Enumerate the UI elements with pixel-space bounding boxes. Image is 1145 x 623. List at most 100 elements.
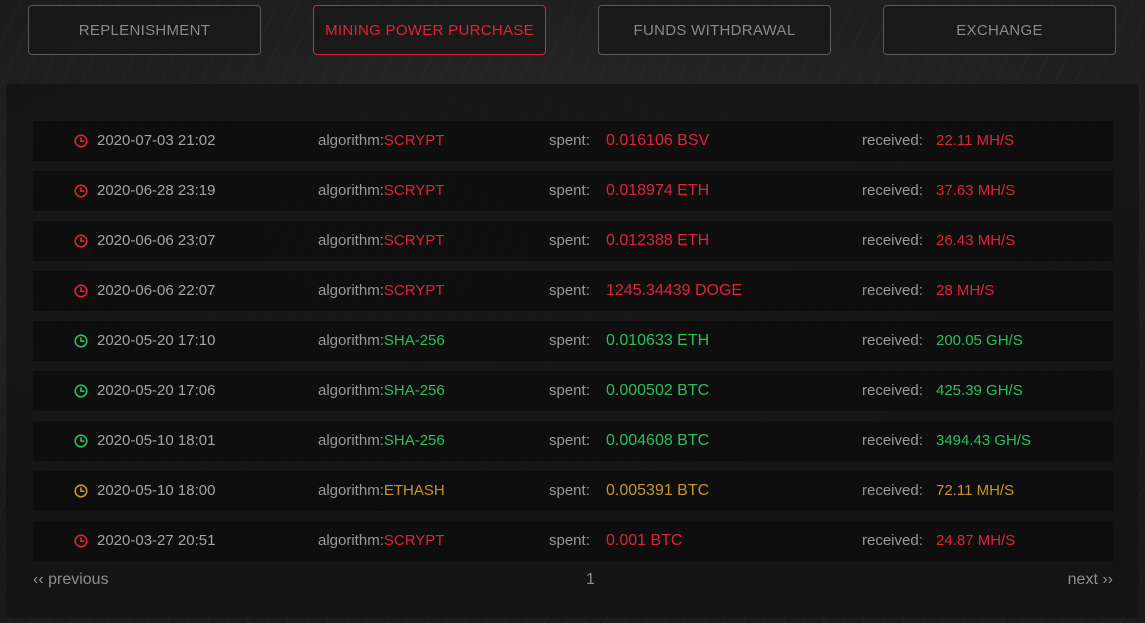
- received-value: 22.11 MH/S: [936, 132, 1015, 149]
- row-datetime: 2020-06-06 23:07: [97, 232, 216, 249]
- algorithm-label: algorithm:: [318, 482, 384, 499]
- algorithm-value: SCRYPT: [383, 232, 445, 249]
- row-algorithm: algorithm:SHA-256: [318, 371, 445, 411]
- tab-bar: REPLENISHMENT MINING POWER PURCHASE FUND…: [28, 5, 1118, 57]
- row-datetime: 2020-03-27 20:51: [97, 532, 216, 549]
- table-row: 2020-07-03 21:02 algorithm:SCRYPT spent:…: [33, 121, 1113, 161]
- algorithm-label: algorithm:: [318, 532, 384, 549]
- received-label: received:: [862, 382, 923, 399]
- current-page-number[interactable]: 1: [586, 571, 595, 589]
- table-row: 2020-05-20 17:10 algorithm:SHA-256 spent…: [33, 321, 1113, 361]
- history-panel: 2020-07-03 21:02 algorithm:SCRYPT spent:…: [6, 84, 1139, 617]
- spent-value: 1245.34439 DOGE: [606, 282, 743, 299]
- clock-icon: [74, 334, 88, 348]
- algorithm-value: SCRYPT: [383, 532, 445, 549]
- spent-value: 0.012388 ETH: [606, 232, 710, 249]
- tab-replenishment[interactable]: REPLENISHMENT: [28, 5, 261, 55]
- received-label: received:: [862, 232, 923, 249]
- row-algorithm: algorithm:ETHASH: [318, 471, 445, 511]
- received-value: 72.11 MH/S: [936, 482, 1015, 499]
- table-row: 2020-06-28 23:19 algorithm:SCRYPT spent:…: [33, 171, 1113, 211]
- algorithm-label: algorithm:: [318, 232, 384, 249]
- algorithm-value: SHA-256: [383, 332, 445, 349]
- received-value: 200.05 GH/S: [936, 332, 1023, 349]
- table-row: 2020-06-06 22:07 algorithm:SCRYPT spent:…: [33, 271, 1113, 311]
- clock-icon: [74, 234, 88, 248]
- clock-icon: [74, 284, 88, 298]
- table-row: 2020-06-06 23:07 algorithm:SCRYPT spent:…: [33, 221, 1113, 261]
- spent-value: 0.010633 ETH: [606, 332, 710, 349]
- pagination: ‹‹ previous 1 next ››: [33, 571, 1113, 591]
- table-row: 2020-03-27 20:51 algorithm:SCRYPT spent:…: [33, 521, 1113, 561]
- algorithm-label: algorithm:: [318, 282, 384, 299]
- algorithm-label: algorithm:: [318, 382, 384, 399]
- table-row: 2020-05-20 17:06 algorithm:SHA-256 spent…: [33, 371, 1113, 411]
- algorithm-value: SHA-256: [383, 432, 445, 449]
- row-algorithm: algorithm:SCRYPT: [318, 271, 444, 311]
- row-algorithm: algorithm:SHA-256: [318, 421, 445, 461]
- spent-value: 0.001 BTC: [606, 532, 683, 549]
- row-algorithm: algorithm:SCRYPT: [318, 221, 444, 261]
- algorithm-label: algorithm:: [318, 332, 384, 349]
- row-datetime: 2020-06-28 23:19: [97, 182, 216, 199]
- spent-label: spent:: [549, 132, 590, 149]
- clock-icon: [74, 184, 88, 198]
- row-algorithm: algorithm:SHA-256: [318, 321, 445, 361]
- spent-label: spent:: [549, 382, 590, 399]
- table-row: 2020-05-10 18:01 algorithm:SHA-256 spent…: [33, 421, 1113, 461]
- algorithm-label: algorithm:: [318, 432, 384, 449]
- received-label: received:: [862, 182, 923, 199]
- spent-label: spent:: [549, 282, 590, 299]
- received-label: received:: [862, 282, 923, 299]
- algorithm-label: algorithm:: [318, 132, 384, 149]
- spent-label: spent:: [549, 232, 590, 249]
- clock-icon: [74, 384, 88, 398]
- spent-value: 0.005391 BTC: [606, 482, 710, 499]
- tab-exchange[interactable]: EXCHANGE: [883, 5, 1116, 55]
- received-value: 37.63 MH/S: [936, 182, 1016, 199]
- spent-label: spent:: [549, 532, 590, 549]
- clock-icon: [74, 534, 88, 548]
- algorithm-value: SCRYPT: [383, 282, 445, 299]
- received-value: 26.43 MH/S: [936, 232, 1016, 249]
- received-label: received:: [862, 532, 923, 549]
- spent-label: spent:: [549, 182, 590, 199]
- received-value: 425.39 GH/S: [936, 382, 1023, 399]
- row-datetime: 2020-05-20 17:10: [97, 332, 216, 349]
- clock-icon: [74, 434, 88, 448]
- algorithm-value: ETHASH: [383, 482, 445, 499]
- spent-value: 0.000502 BTC: [606, 382, 710, 399]
- row-algorithm: algorithm:SCRYPT: [318, 521, 444, 561]
- row-algorithm: algorithm:SCRYPT: [318, 121, 444, 161]
- table-row: 2020-05-10 18:00 algorithm:ETHASH spent:…: [33, 471, 1113, 511]
- algorithm-value: SHA-256: [383, 382, 445, 399]
- received-label: received:: [862, 482, 923, 499]
- row-datetime: 2020-06-06 22:07: [97, 282, 216, 299]
- spent-value: 0.016106 BSV: [606, 132, 710, 149]
- received-value: 24.87 MH/S: [936, 532, 1016, 549]
- received-label: received:: [862, 132, 923, 149]
- algorithm-value: SCRYPT: [383, 132, 445, 149]
- spent-label: spent:: [549, 482, 590, 499]
- received-label: received:: [862, 432, 923, 449]
- clock-icon: [74, 134, 88, 148]
- algorithm-label: algorithm:: [318, 182, 384, 199]
- received-label: received:: [862, 332, 923, 349]
- spent-value: 0.004608 BTC: [606, 432, 710, 449]
- row-datetime: 2020-07-03 21:02: [97, 132, 216, 149]
- received-value: 28 MH/S: [936, 282, 995, 299]
- previous-page-link[interactable]: ‹‹ previous: [33, 571, 109, 589]
- spent-value: 0.018974 ETH: [606, 182, 710, 199]
- row-datetime: 2020-05-10 18:01: [97, 432, 216, 449]
- row-datetime: 2020-05-20 17:06: [97, 382, 216, 399]
- clock-icon: [74, 484, 88, 498]
- next-page-link[interactable]: next ››: [1068, 571, 1113, 589]
- tab-funds-withdrawal[interactable]: FUNDS WITHDRAWAL: [598, 5, 831, 55]
- algorithm-value: SCRYPT: [383, 182, 445, 199]
- history-list: 2020-07-03 21:02 algorithm:SCRYPT spent:…: [33, 121, 1113, 571]
- row-datetime: 2020-05-10 18:00: [97, 482, 216, 499]
- row-algorithm: algorithm:SCRYPT: [318, 171, 444, 211]
- spent-label: spent:: [549, 332, 590, 349]
- spent-label: spent:: [549, 432, 590, 449]
- tab-mining-power-purchase[interactable]: MINING POWER PURCHASE: [313, 5, 546, 55]
